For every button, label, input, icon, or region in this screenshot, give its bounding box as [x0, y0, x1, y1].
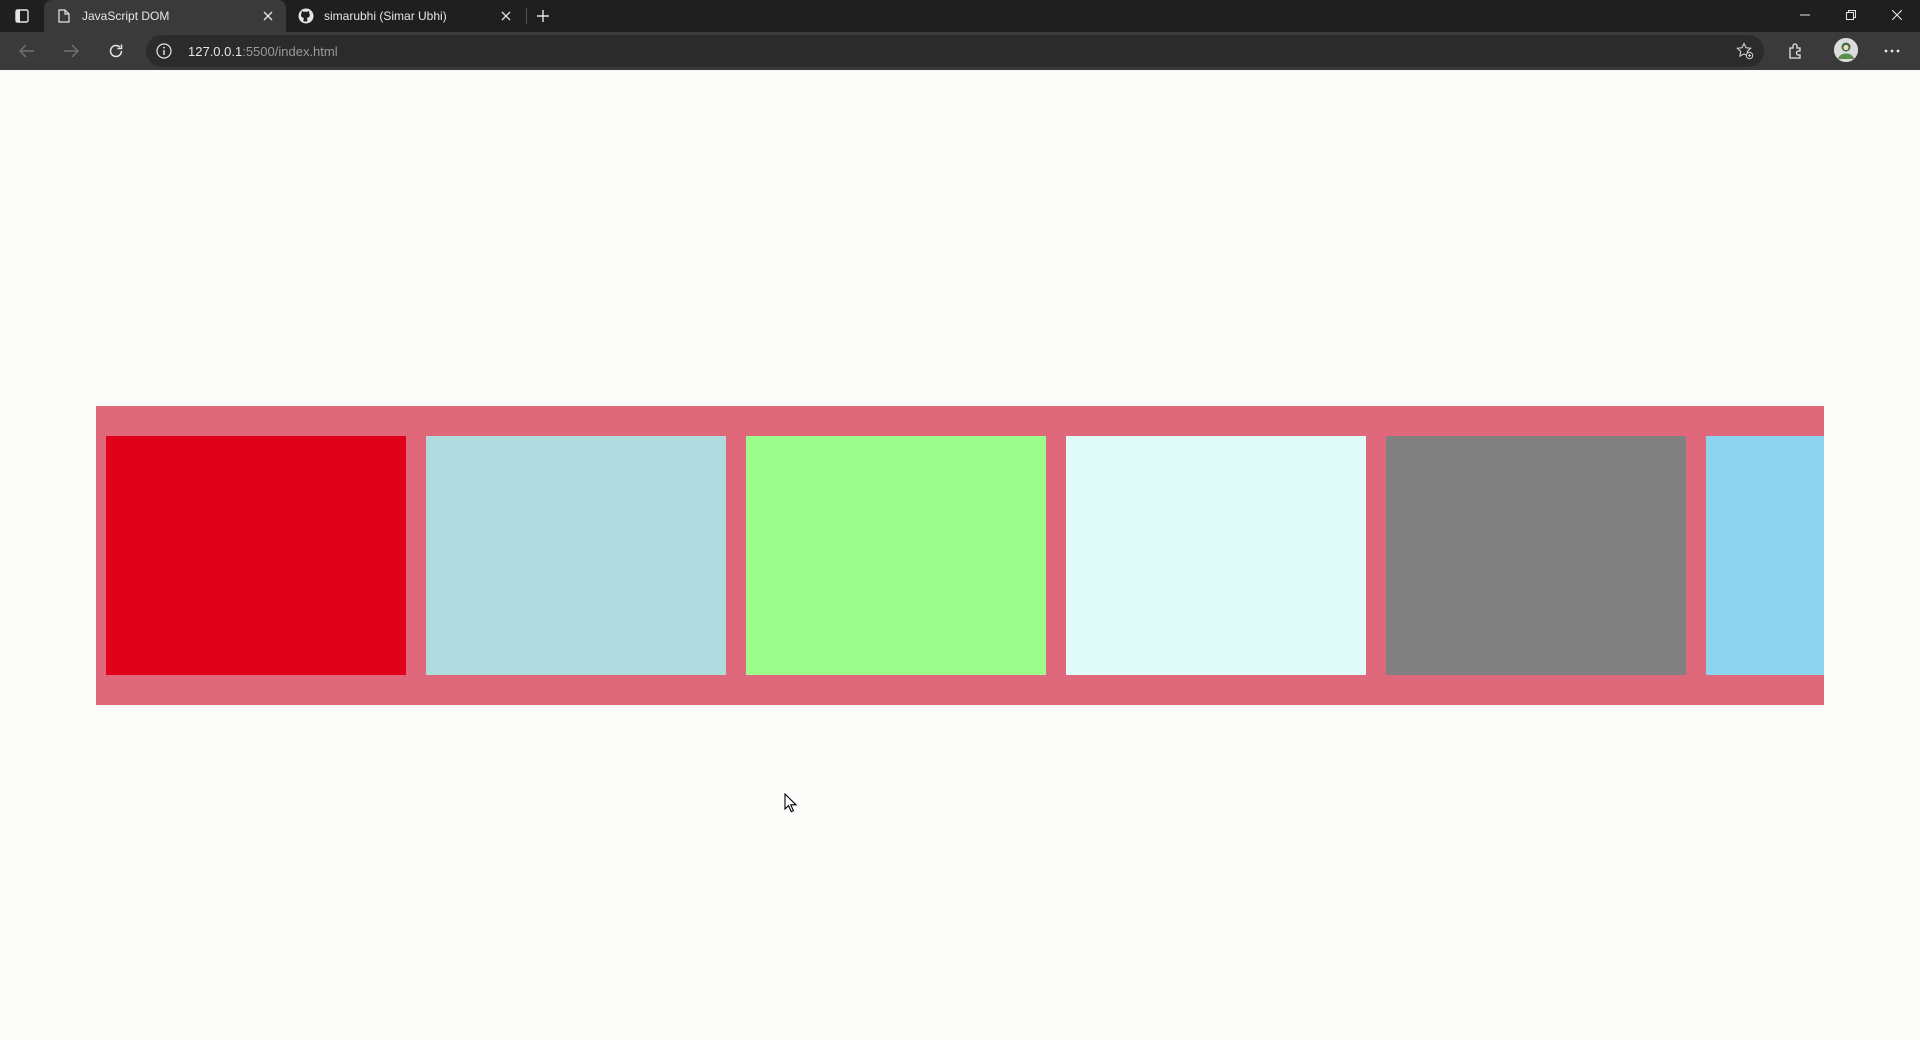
color-strip-container: [96, 406, 1824, 705]
color-box: [1066, 436, 1366, 675]
refresh-icon[interactable]: [102, 37, 130, 65]
site-info-icon[interactable]: [156, 43, 172, 59]
url-text[interactable]: 127.0.0.1:5500/index.html: [188, 44, 338, 59]
minimize-icon[interactable]: [1782, 0, 1828, 30]
address-bar[interactable]: 127.0.0.1:5500/index.html: [146, 35, 1764, 67]
close-tab-icon[interactable]: [258, 6, 278, 26]
url-path: :5500/index.html: [242, 44, 338, 59]
color-box: [1706, 436, 1824, 675]
close-window-icon[interactable]: [1874, 0, 1920, 30]
url-host: 127.0.0.1: [188, 44, 243, 59]
tab-divider: [526, 8, 527, 24]
tab-title: simarubhi (Simar Ubhi): [324, 9, 447, 23]
page-icon: [56, 8, 72, 24]
extensions-icon[interactable]: [1782, 37, 1810, 65]
back-icon[interactable]: [13, 37, 41, 65]
browser-toolbar: 127.0.0.1:5500/index.html: [0, 32, 1920, 70]
profile-avatar[interactable]: [1834, 38, 1858, 62]
favorites-star-icon[interactable]: [1736, 42, 1754, 60]
new-tab-icon[interactable]: [533, 6, 553, 26]
color-box: [426, 436, 726, 675]
tab-actions-icon[interactable]: [14, 8, 30, 24]
tab-javascript-dom[interactable]: JavaScript DOM: [44, 0, 286, 32]
forward-icon[interactable]: [57, 37, 85, 65]
color-box: [106, 436, 406, 675]
color-box: [746, 436, 1046, 675]
restore-icon[interactable]: [1828, 0, 1874, 30]
github-icon: [298, 8, 314, 24]
more-options-icon[interactable]: [1878, 37, 1906, 65]
tab-title: JavaScript DOM: [82, 9, 170, 23]
close-tab-icon[interactable]: [496, 6, 516, 26]
tab-github-profile[interactable]: simarubhi (Simar Ubhi): [286, 0, 524, 32]
browser-titlebar: JavaScript DOM simarubhi (Simar Ubhi): [0, 0, 1920, 32]
color-box: [1386, 436, 1686, 675]
mouse-cursor-icon: [784, 792, 798, 813]
